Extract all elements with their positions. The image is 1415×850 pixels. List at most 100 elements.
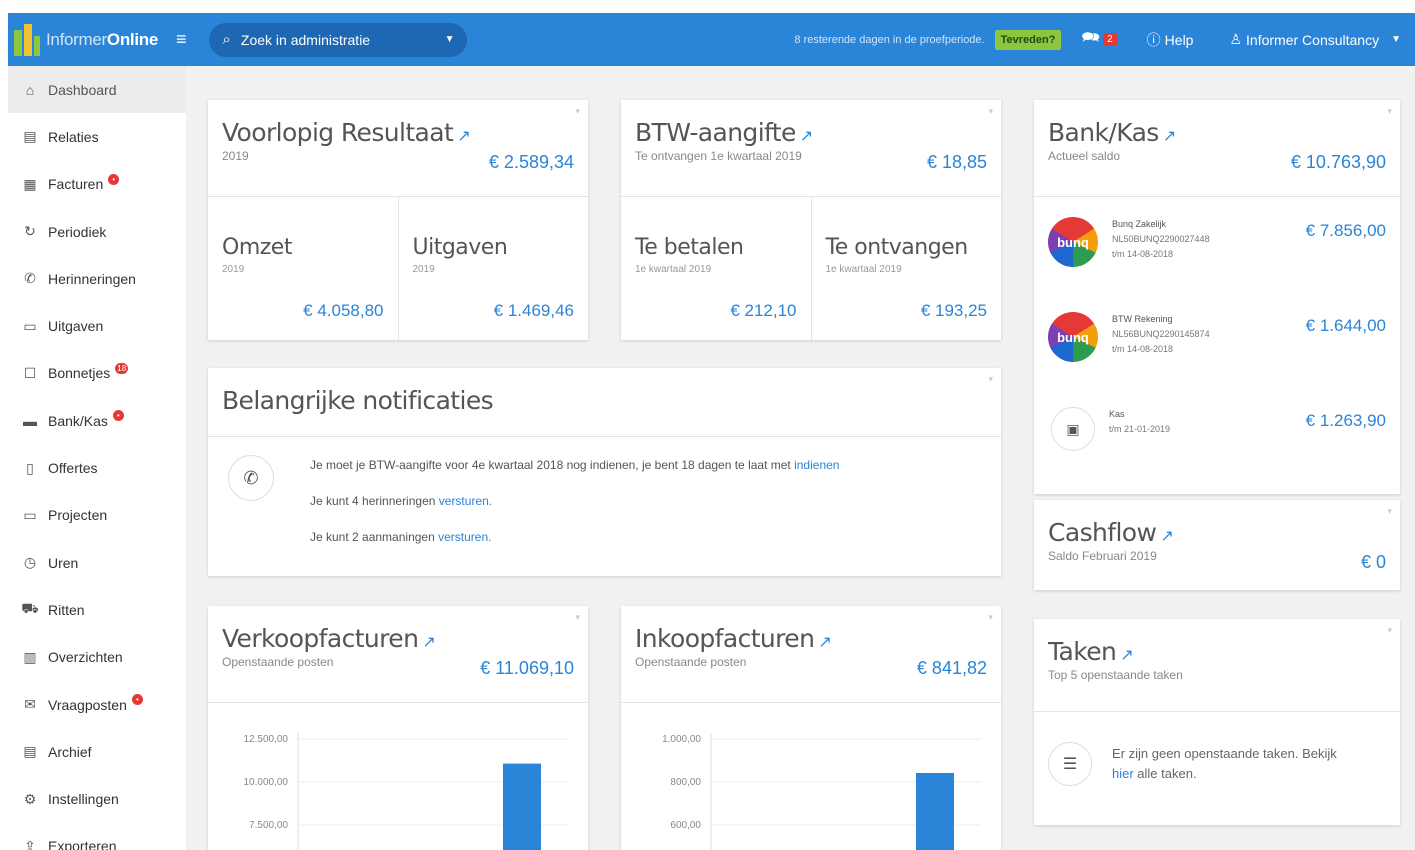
herinneringen-versturen-link[interactable]: versturen. — [439, 494, 492, 508]
dashboard-main: ▾ Voorlopig Resultaat ↗ 2019 € 2.589,34 O… — [186, 66, 1415, 850]
clock-icon: ◷ — [23, 554, 37, 571]
card-menu-icon[interactable]: ▾ — [988, 374, 993, 385]
section-label: Te ontvangen — [825, 235, 969, 260]
app-logo[interactable]: InformerOnline — [14, 23, 158, 56]
taken-card: ▾ Taken ↗ Top 5 openstaande taken ☰ Er zi… — [1034, 619, 1400, 825]
y-tick-label: 1.000,00 — [662, 734, 701, 745]
section-label: Uitgaven — [412, 235, 508, 260]
user-menu[interactable]: ♙ Informer Consultancy ▼ — [1229, 31, 1401, 48]
sidebar-item-label: Facturen — [48, 176, 104, 193]
verkoop-chart: 12.500,00 10.000,00 7.500,00 — [208, 703, 588, 850]
user-label: Informer Consultancy — [1246, 31, 1380, 48]
sidebar-item-facturen[interactable]: ▦ Facturen • — [8, 161, 186, 208]
chat-button[interactable]: 🗪 2 — [1081, 27, 1117, 52]
bank-kas-card: ▾ Bank/Kas ↗ Actueel saldo € 10.763,90 bu… — [1034, 100, 1400, 494]
sidebar-item-label: Uren — [48, 554, 79, 571]
sidebar-item-projecten[interactable]: ▭ Projecten — [8, 492, 186, 539]
card-title: Verkoopfacturen — [222, 624, 419, 653]
sidebar-item-label: Bank/Kas — [48, 412, 108, 429]
hamburger-menu-icon[interactable]: ≡ — [176, 29, 187, 50]
notification-badge: • — [108, 173, 120, 185]
task-list-icon: ☰ — [1048, 742, 1092, 786]
sidebar-item-exporteren[interactable]: ⇪ Exporteren — [8, 823, 186, 850]
external-link-icon[interactable]: ↗ — [1120, 645, 1133, 664]
y-tick-label: 12.500,00 — [244, 734, 289, 745]
overview-icon: ▥ — [23, 648, 37, 665]
chat-badge: 2 — [1103, 33, 1117, 46]
cash-register-icon: ▣ — [1051, 407, 1095, 451]
y-tick-label: 600,00 — [670, 820, 701, 831]
external-link-icon[interactable]: ↗ — [1163, 126, 1176, 145]
sidebar-item-periodiek[interactable]: ↻ Periodiek — [8, 208, 186, 255]
top-navigation-bar: InformerOnline ≡ ⌕ Zoek in administratie… — [8, 13, 1415, 66]
card-amount: € 18,85 — [926, 152, 987, 172]
search-field[interactable]: ⌕ Zoek in administratie ▼ — [208, 22, 467, 57]
search-placeholder: Zoek in administratie — [240, 31, 371, 48]
help-label: Help — [1164, 31, 1194, 48]
section-value: € 212,10 — [730, 301, 797, 320]
aanmaningen-versturen-link[interactable]: versturen. — [438, 530, 491, 544]
sidebar-item-vraagposten[interactable]: ✉ Vraagposten • — [8, 681, 186, 728]
logo-mark-icon — [14, 23, 40, 56]
external-link-icon[interactable]: ↗ — [800, 126, 813, 145]
sidebar-item-ritten[interactable]: ⛟ Ritten — [8, 586, 186, 633]
sidebar-item-dashboard[interactable]: ⌂ Dashboard — [8, 66, 186, 114]
sidebar-item-herinneringen[interactable]: ✆ Herinneringen — [8, 255, 186, 302]
projects-icon: ▭ — [23, 506, 37, 523]
sidebar-item-bonnetjes[interactable]: ☐ Bonnetjes 18 — [8, 350, 186, 397]
sidebar-item-uitgaven[interactable]: ▭ Uitgaven — [8, 302, 186, 349]
external-link-icon[interactable]: ↗ — [457, 126, 470, 145]
chevron-down-icon[interactable]: ▼ — [445, 34, 455, 45]
section-sub: 2019 — [222, 264, 245, 275]
bank-account-date: t/m 14-08-2018 — [1112, 344, 1174, 354]
card-amount: € 0 — [1360, 552, 1386, 572]
te-ontvangen-section: Te ontvangen 1e kwartaal 2019 € 193,25 — [810, 197, 1002, 343]
sidebar-item-uren[interactable]: ◷ Uren — [8, 539, 186, 586]
notification-line: Je moet je BTW-aangifte voor 4e kwartaal… — [310, 458, 840, 472]
help-icon: ⓘ — [1146, 31, 1161, 48]
sidebar-item-label: Overzichten — [48, 649, 123, 666]
inkoopfacturen-card: ▾ Inkoopfacturen ↗ Openstaande posten € 8… — [621, 606, 1001, 850]
bank-account-item[interactable]: ▣ Kas t/m 21-01-2019 € 1.263,90 — [1034, 387, 1400, 482]
sidebar-item-archief[interactable]: ▤ Archief — [8, 728, 186, 775]
sidebar-item-overzichten[interactable]: ▥ Overzichten — [8, 634, 186, 681]
external-link-icon[interactable]: ↗ — [422, 632, 435, 651]
card-title: Taken — [1048, 637, 1117, 666]
sidebar-item-label: Projecten — [48, 507, 108, 524]
card-amount: € 11.069,10 — [480, 658, 574, 678]
sidebar-item-label: Herinneringen — [48, 270, 136, 287]
sidebar-item-label: Exporteren — [48, 838, 117, 850]
bar[interactable] — [916, 773, 954, 850]
export-icon: ⇪ — [24, 837, 36, 850]
indienen-link[interactable]: indienen — [794, 458, 839, 472]
sidebar-item-offertes[interactable]: ▯ Offertes — [8, 444, 186, 491]
bar[interactable] — [503, 763, 541, 850]
section-sub: 1e kwartaal 2019 — [825, 264, 902, 275]
notification-line: Je kunt 2 aanmaningen versturen. — [310, 530, 492, 544]
section-value: € 193,25 — [920, 301, 987, 320]
taken-hier-link[interactable]: hier — [1112, 766, 1134, 781]
bank-account-item[interactable]: bunq Bunq Zakelijk NL50BUNQ2290027448 t/m 1… — [1034, 197, 1400, 292]
cashflow-card: ▾ Cashflow ↗ Saldo Februari 2019 € 0 — [1034, 500, 1400, 590]
notificaties-card: ▾ Belangrijke notificaties ✆ Je moet je … — [208, 368, 1001, 576]
logo-text-part1: Informer — [46, 29, 107, 49]
y-tick-label: 7.500,00 — [249, 820, 288, 831]
sidebar-item-label: Archief — [48, 743, 92, 760]
section-label: Te betalen — [635, 235, 744, 260]
inkoop-chart: 1.000,00 800,00 600,00 — [621, 703, 1001, 850]
sidebar-item-label: Vraagposten — [48, 696, 127, 713]
external-link-icon[interactable]: ↗ — [818, 632, 831, 651]
tevreden-button[interactable]: Tevreden? — [994, 29, 1062, 50]
y-tick-label: 800,00 — [670, 777, 701, 788]
sidebar-item-instellingen[interactable]: ⚙ Instellingen — [8, 775, 186, 822]
bunq-logo-icon: bunq — [1048, 217, 1098, 267]
sidebar-item-label: Bonnetjes — [48, 365, 111, 382]
sidebar-item-relaties[interactable]: ▤ Relaties — [8, 113, 186, 160]
bank-account-item[interactable]: bunq BTW Rekening NL56BUNQ2290145874 t/m 14… — [1034, 292, 1400, 387]
inkoop-chart-svg: 1.000,00 800,00 600,00 — [662, 733, 981, 850]
bank-account-amount: € 7.856,00 — [1305, 221, 1386, 240]
external-link-icon[interactable]: ↗ — [1160, 526, 1173, 545]
sidebar-item-bank-kas[interactable]: ▬ Bank/Kas • — [8, 397, 186, 444]
sidebar-item-label: Ritten — [48, 601, 85, 618]
help-button[interactable]: ⓘ Help — [1147, 30, 1194, 50]
